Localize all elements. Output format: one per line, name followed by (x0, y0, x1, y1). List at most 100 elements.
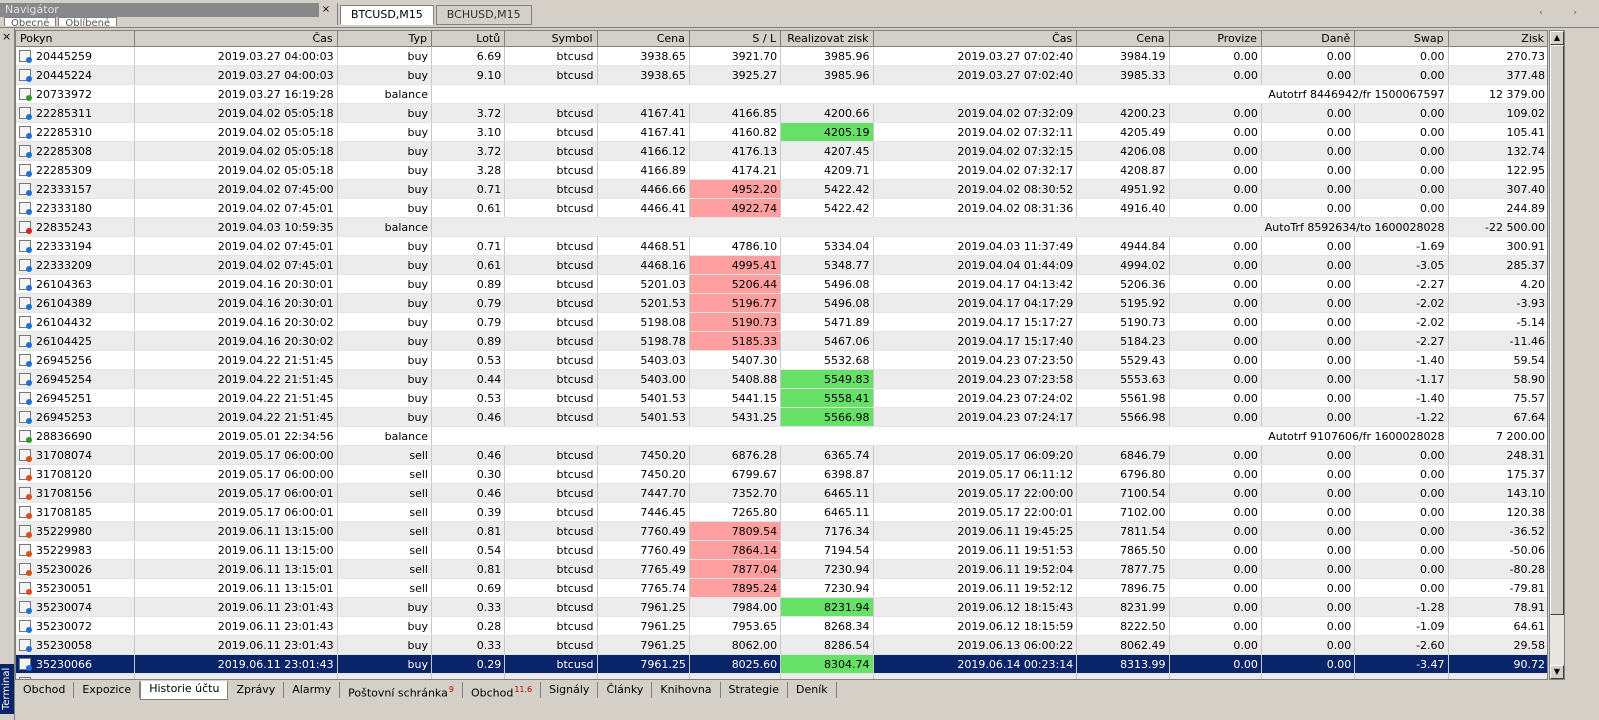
table-row[interactable]: 20445224 2019.03.27 04:00:03 buy 9.10 btcusd… (16, 65, 1547, 85)
chart-tab-btcusd[interactable]: BTCUSD,M15 (340, 5, 434, 25)
table-row[interactable]: 20445259 2019.03.27 04:00:03 buy 6.69 btcusd… (16, 46, 1547, 66)
cell-symbol: btcusd (504, 540, 598, 560)
table-row[interactable]: 26104363 2019.04.16 20:30:01 buy 0.89 btcusd… (16, 274, 1547, 294)
cell-close-time: 2019.04.23 07:24:17 (873, 407, 1078, 427)
cell-open-price: 7961.25 (597, 616, 690, 636)
cell-order: 22835243 (16, 217, 135, 237)
chart-tab-bchusd[interactable]: BCHUSD,M15 (435, 5, 532, 25)
terminal-tab-0[interactable]: Obchod (15, 682, 75, 698)
column-header-take-profit[interactable]: Realizovat zisk (780, 31, 874, 47)
cell-commission: 0.00 (1169, 388, 1262, 408)
table-row[interactable]: 22333157 2019.04.02 07:45:00 buy 0.71 btcusd… (16, 179, 1547, 199)
table-row[interactable]: 28836690 2019.05.01 22:34:56 balance Autotr… (16, 426, 1547, 446)
cell-close-time: 2019.06.11 19:52:12 (873, 578, 1078, 598)
table-row[interactable]: 26945251 2019.04.22 21:51:45 buy 0.53 btcusd… (16, 388, 1547, 408)
table-row[interactable]: 35230051 2019.06.11 13:15:01 sell 0.69 btcus… (16, 578, 1547, 598)
column-header-symbol[interactable]: Symbol (504, 31, 598, 47)
table-row[interactable]: 22285309 2019.04.02 05:05:18 buy 3.28 btcusd… (16, 160, 1547, 180)
table-row[interactable]: 31708120 2019.05.17 06:00:00 sell 0.30 btcus… (16, 464, 1547, 484)
table-row[interactable]: 31708185 2019.05.17 06:00:01 sell 0.39 btcus… (16, 502, 1547, 522)
table-row[interactable]: 26945254 2019.04.22 21:51:45 buy 0.44 btcusd… (16, 369, 1547, 389)
column-header-taxes[interactable]: Daně (1261, 31, 1356, 47)
table-row[interactable]: 26945253 2019.04.22 21:51:45 buy 0.46 btcusd… (16, 407, 1547, 427)
navigator-tab-favorites[interactable]: Oblíbené (58, 17, 118, 26)
table-row[interactable]: 26104389 2019.04.16 20:30:01 buy 0.79 btcusd… (16, 293, 1547, 313)
terminal-tab-3[interactable]: Zprávy (228, 682, 285, 698)
column-header-type[interactable]: Typ (337, 31, 432, 47)
table-row[interactable]: 26104432 2019.04.16 20:30:02 buy 0.79 btcusd… (16, 312, 1547, 332)
cell-lots: 3.28 (431, 160, 506, 180)
table-row[interactable]: 31708074 2019.05.17 06:00:00 sell 0.46 btcus… (16, 445, 1547, 465)
column-header-open-time[interactable]: Čas (134, 31, 338, 47)
column-header-commission[interactable]: Provize (1169, 31, 1262, 47)
cell-take-profit: 5348.77 (780, 255, 874, 275)
terminal-tab-6[interactable]: Obchod11.6 (463, 682, 542, 700)
table-row[interactable]: 35230058 2019.06.11 23:01:43 buy 0.33 btcusd… (16, 635, 1547, 655)
vertical-scrollbar[interactable]: ▲ ▼ (1549, 30, 1565, 680)
cell-open-price: 3938.65 (597, 65, 690, 85)
column-header-order[interactable]: Pokyn (16, 31, 135, 47)
terminal-tab-7[interactable]: Signály (541, 682, 599, 698)
column-header-swap[interactable]: Swap (1354, 31, 1449, 47)
terminal-tab-11[interactable]: Deník (788, 682, 837, 698)
table-row[interactable]: 31708156 2019.05.17 06:00:01 sell 0.46 btcus… (16, 483, 1547, 503)
cell-open-time: 2019.06.11 23:01:43 (134, 654, 338, 674)
terminal-close-icon[interactable]: × (2, 31, 11, 42)
table-row[interactable]: 22285308 2019.04.02 05:05:18 buy 3.72 btcusd… (16, 141, 1547, 161)
column-header-close-price[interactable]: Cena (1076, 31, 1170, 47)
cell-swap: 0.00 (1354, 141, 1449, 161)
tab-label: Obchod (470, 686, 514, 700)
terminal-tab-2[interactable]: Historie účtu (140, 681, 229, 700)
order-number: 31708074 (36, 448, 92, 462)
cell-open-price: 7760.49 (597, 521, 690, 541)
navigator-close-icon[interactable]: × (320, 3, 332, 17)
cell-taxes: 0.00 (1261, 445, 1356, 465)
cell-symbol: btcusd (504, 483, 598, 503)
cell-taxes: 0.00 (1261, 578, 1356, 598)
column-header-profit[interactable]: Zisk (1448, 31, 1547, 47)
cell-swap: -1.09 (1354, 616, 1449, 636)
table-row[interactable]: 35229980 2019.06.11 13:15:00 sell 0.81 btcus… (16, 521, 1547, 541)
tab-scroll-arrows-icon[interactable]: ‹ › (1539, 8, 1591, 18)
cell-close-price: 5184.23 (1076, 331, 1170, 351)
table-row[interactable]: 37341484 2019.06.26 23:45:01buy stop0.03b… (16, 673, 1547, 679)
terminal-tab-9[interactable]: Knihovna (652, 682, 721, 698)
table-row[interactable]: 35229983 2019.06.11 13:15:00 sell 0.54 btcus… (16, 540, 1547, 560)
terminal-tab-10[interactable]: Strategie (721, 682, 788, 698)
cell-open-time: 2019.05.17 06:00:00 (134, 464, 338, 484)
cell-take-profit: 17613.93 (780, 673, 874, 679)
cell-open-price: 5201.53 (597, 293, 690, 313)
scroll-down-icon[interactable]: ▼ (1550, 665, 1564, 679)
cell-close-price: 6796.80 (1076, 464, 1170, 484)
table-row[interactable]: 20733972 2019.03.27 16:19:28 balance Autotr… (16, 84, 1547, 104)
table-row[interactable]: 35230072 2019.06.11 23:01:43 buy 0.28 btcusd… (16, 616, 1547, 636)
cell-stop-loss: 5431.25 (689, 407, 782, 427)
top-bar: Navigátor × Obecné Oblíbené BTCUSD,M15 BC… (0, 0, 1599, 28)
table-row[interactable]: 35230066 2019.06.11 23:01:43 buy 0.29 btcusd… (16, 654, 1547, 674)
table-row[interactable]: 22333194 2019.04.02 07:45:01 buy 0.71 btcusd… (16, 236, 1547, 256)
terminal-tab-4[interactable]: Alarmy (284, 682, 341, 698)
cell-taxes: 0.00 (1261, 274, 1356, 294)
column-header-close-time[interactable]: Čas (873, 31, 1078, 47)
cell-close-time: 2019.04.23 07:24:02 (873, 388, 1078, 408)
navigator-tab-general[interactable]: Obecné (4, 17, 57, 26)
sell-order-icon (19, 562, 32, 576)
scrollbar-thumb[interactable] (1550, 45, 1564, 615)
table-row[interactable]: 35230074 2019.06.11 23:01:43 buy 0.33 btcusd… (16, 597, 1547, 617)
table-row[interactable]: 26945256 2019.04.22 21:51:45 buy 0.53 btcusd… (16, 350, 1547, 370)
table-row[interactable]: 22835243 2019.04.03 10:59:35 balance AutoTr… (16, 217, 1547, 237)
table-row[interactable]: 22285310 2019.04.02 05:05:18 buy 3.10 btcusd… (16, 122, 1547, 142)
column-header-open-price[interactable]: Cena (597, 31, 690, 47)
table-row[interactable]: 22333180 2019.04.02 07:45:01 buy 0.61 btcusd… (16, 198, 1547, 218)
table-row[interactable]: 35230026 2019.06.11 13:15:01 sell 0.81 btcus… (16, 559, 1547, 579)
terminal-tab-5[interactable]: Poštovní schránka9 (340, 682, 463, 700)
column-header-lots[interactable]: Lotů (431, 31, 506, 47)
table-row[interactable]: 22333209 2019.04.02 07:45:01 buy 0.61 btcusd… (16, 255, 1547, 275)
column-header-stop-loss[interactable]: S / L (689, 31, 782, 47)
terminal-tabs: Obchod Expozice Historie účtu Zprávy Alarmy P… (15, 681, 837, 702)
terminal-tab-1[interactable]: Expozice (74, 682, 141, 698)
table-row[interactable]: 22285311 2019.04.02 05:05:18 buy 3.72 btcusd… (16, 103, 1547, 123)
terminal-tab-8[interactable]: Články (598, 682, 653, 698)
table-row[interactable]: 26104425 2019.04.16 20:30:02 buy 0.89 btcusd… (16, 331, 1547, 351)
scroll-up-icon[interactable]: ▲ (1550, 31, 1564, 45)
